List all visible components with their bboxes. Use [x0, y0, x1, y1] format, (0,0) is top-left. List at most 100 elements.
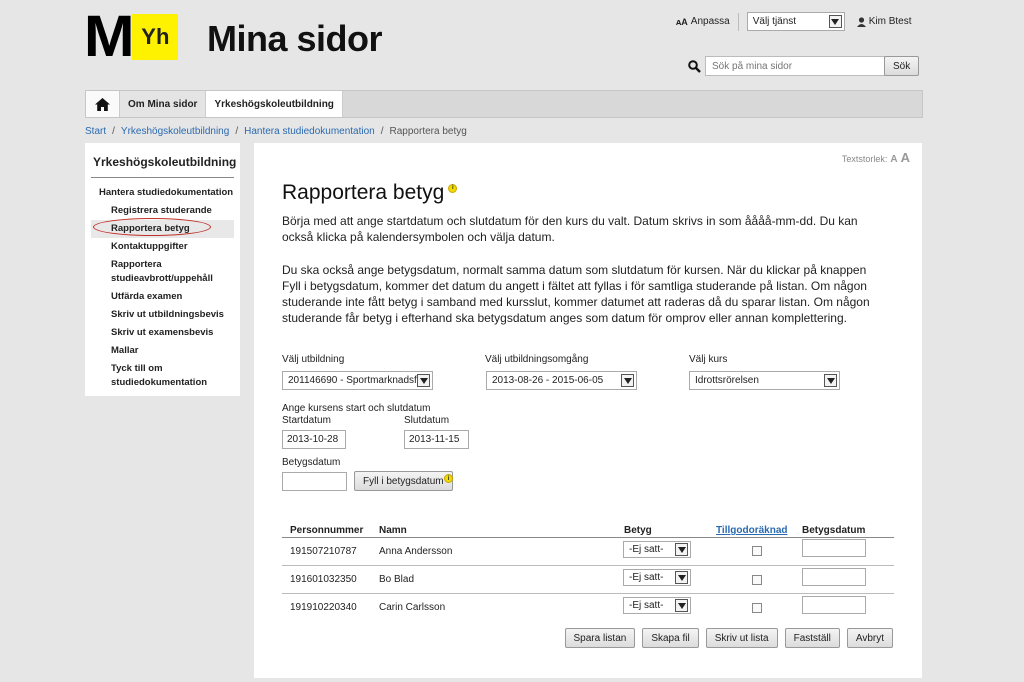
- sidebar-title: Yrkeshögskoleutbildning: [91, 149, 236, 178]
- main-nav: Om Mina sidor Yrkeshögskoleutbildning: [85, 90, 923, 118]
- sidebar-group-hantera[interactable]: Hantera studiedokumentation: [99, 187, 234, 198]
- save-list-button[interactable]: Spara listan: [564, 628, 636, 648]
- sidebar-item-utfarda-examen[interactable]: Utfärda examen: [91, 288, 234, 306]
- slutdatum-input[interactable]: 2013-11-15: [404, 430, 469, 449]
- col-header-betygsdatum: Betygsdatum: [802, 525, 866, 536]
- search-button[interactable]: Sök: [884, 56, 920, 76]
- site-title: Mina sidor: [207, 18, 383, 59]
- col-header-namn: Namn: [379, 525, 407, 536]
- startdatum-label: Startdatum: [282, 415, 331, 426]
- fill-grade-date-button[interactable]: Fyll i betygsdatum: [354, 471, 453, 491]
- info-icon[interactable]: i: [448, 183, 458, 193]
- nav-item-om-mina-sidor[interactable]: Om Mina sidor: [120, 91, 207, 117]
- kurs-select[interactable]: Idrottsrörelsen: [689, 371, 840, 390]
- omgang-select[interactable]: 2013-08-26 - 2015-06-05: [486, 371, 637, 390]
- nav-item-yrkeshogskoleutbildning[interactable]: Yrkeshögskoleutbildning: [206, 91, 343, 117]
- main-content: Textstorlek: A A Rapportera betyg i Börj…: [254, 143, 922, 678]
- sidebar-item-utbildningsbevis[interactable]: Skriv ut utbildningsbevis: [91, 306, 234, 324]
- text-size-control: Textstorlek: A A: [842, 150, 910, 165]
- top-tools: ᴀA Anpassa Välj tjänst Kim Btest: [676, 12, 912, 31]
- user-icon: [856, 16, 866, 27]
- customize-label: Anpassa: [690, 16, 730, 27]
- breadcrumb-yrkeshogskoleutbildning[interactable]: Yrkeshögskoleutbildning: [121, 126, 229, 137]
- slutdatum-label: Slutdatum: [404, 415, 450, 426]
- info-icon[interactable]: i: [444, 474, 453, 483]
- betygsdatum-label: Betygsdatum: [282, 457, 341, 468]
- row-divider: [282, 593, 894, 594]
- col-header-tillgodoraknad[interactable]: Tillgodoräknad: [716, 525, 788, 536]
- chevron-down-icon: [824, 374, 837, 387]
- logo-badge: Yh: [132, 14, 179, 60]
- chevron-down-icon: [828, 15, 842, 28]
- text-size-label: Textstorlek:: [841, 154, 888, 164]
- sidebar-item-rapportera-betyg[interactable]: Rapportera betyg: [91, 218, 234, 238]
- startdatum-input[interactable]: 2013-10-28: [282, 430, 346, 449]
- row-divider: [282, 565, 894, 566]
- row-name: Carin Carlsson: [379, 602, 446, 613]
- tillgodoraknad-checkbox[interactable]: [752, 575, 762, 585]
- betygsdatum-field[interactable]: [802, 568, 866, 586]
- service-select[interactable]: Välj tjänst: [746, 12, 845, 31]
- breadcrumb-hantera[interactable]: Hantera studiedokumentation: [244, 126, 375, 137]
- omgang-label: Välj utbildningsomgång: [485, 354, 589, 365]
- customize-link[interactable]: ᴀA Anpassa: [676, 16, 730, 27]
- chevron-down-icon: [621, 374, 634, 387]
- kurs-select-value: Idrottsrörelsen: [695, 375, 759, 386]
- sidebar-item-tyck-till[interactable]: Tyck till om studiedokumentation: [91, 360, 211, 392]
- breadcrumb-start[interactable]: Start: [85, 126, 106, 137]
- tillgodoraknad-checkbox[interactable]: [752, 603, 762, 613]
- user-link[interactable]: Kim Btest: [856, 16, 912, 27]
- row-name: Bo Blad: [379, 574, 415, 585]
- chevron-down-icon: [675, 543, 688, 556]
- sidebar-item-examensbevis[interactable]: Skriv ut examensbevis: [91, 324, 234, 342]
- text-size-large-button[interactable]: A: [901, 150, 910, 165]
- betygsdatum-field[interactable]: [802, 596, 866, 614]
- user-name: Kim Btest: [868, 16, 912, 27]
- divider: [737, 12, 739, 31]
- text-size-icon: ᴀA: [676, 16, 688, 27]
- tillgodoraknad-checkbox[interactable]: [752, 546, 762, 556]
- print-list-button[interactable]: Skriv ut lista: [705, 628, 778, 648]
- intro-paragraph-2: Du ska också ange betygsdatum, normalt s…: [282, 263, 870, 325]
- grade-select-value: -Ej satt-: [629, 600, 664, 611]
- create-file-button[interactable]: Skapa fil: [642, 628, 699, 648]
- service-select-value: Välj tjänst: [752, 16, 797, 27]
- sidebar-item-studieavbrott[interactable]: Rapportera studieavbrott/uppehåll: [91, 256, 213, 288]
- dates-heading: Ange kursens start och slutdatum: [282, 403, 431, 414]
- omgang-select-value: 2013-08-26 - 2015-06-05: [492, 375, 604, 386]
- search-input[interactable]: [705, 56, 885, 76]
- betygsdatum-input[interactable]: [282, 472, 347, 491]
- sidebar-item-kontaktuppgifter[interactable]: Kontaktuppgifter: [91, 238, 234, 256]
- confirm-button[interactable]: Fastställ: [784, 628, 840, 648]
- search-bar: Sök: [688, 56, 920, 76]
- utbildning-select[interactable]: 201146690 - Sportmarknadsföra: [282, 371, 433, 390]
- breadcrumb: Start / Yrkeshögskoleutbildning / Hantera …: [85, 126, 467, 137]
- chevron-down-icon: [417, 374, 430, 387]
- betygsdatum-field[interactable]: [802, 539, 866, 557]
- chevron-down-icon: [675, 571, 688, 584]
- page-title: Rapportera betyg i: [282, 181, 458, 205]
- grade-select[interactable]: -Ej satt-: [623, 541, 691, 558]
- logo[interactable]: M Yh: [83, 4, 179, 69]
- logo-letter: M: [83, 4, 135, 69]
- grade-select-value: -Ej satt-: [629, 572, 664, 583]
- kurs-label: Välj kurs: [689, 354, 728, 365]
- intro-paragraph-1: Börja med att ange startdatum och slutda…: [282, 214, 858, 244]
- home-icon: [95, 97, 110, 111]
- utbildning-select-value: 201146690 - Sportmarknadsföra: [288, 375, 418, 386]
- text-size-small-button[interactable]: A: [890, 154, 897, 165]
- row-name: Anna Andersson: [379, 546, 453, 557]
- col-header-betyg: Betyg: [624, 525, 652, 536]
- chevron-down-icon: [675, 599, 688, 612]
- row-personnummer: 191910220340: [290, 602, 357, 613]
- grade-select[interactable]: -Ej satt-: [623, 569, 691, 586]
- utbildning-label: Välj utbildning: [282, 354, 345, 365]
- sidebar-item-mallar[interactable]: Mallar: [91, 342, 234, 360]
- row-personnummer: 191601032350: [290, 574, 357, 585]
- search-icon[interactable]: [688, 59, 701, 73]
- row-personnummer: 191507210787: [290, 546, 357, 557]
- table-header-divider: [282, 537, 894, 538]
- home-button[interactable]: [86, 91, 120, 117]
- grade-select[interactable]: -Ej satt-: [623, 597, 691, 614]
- cancel-button[interactable]: Avbryt: [846, 628, 893, 648]
